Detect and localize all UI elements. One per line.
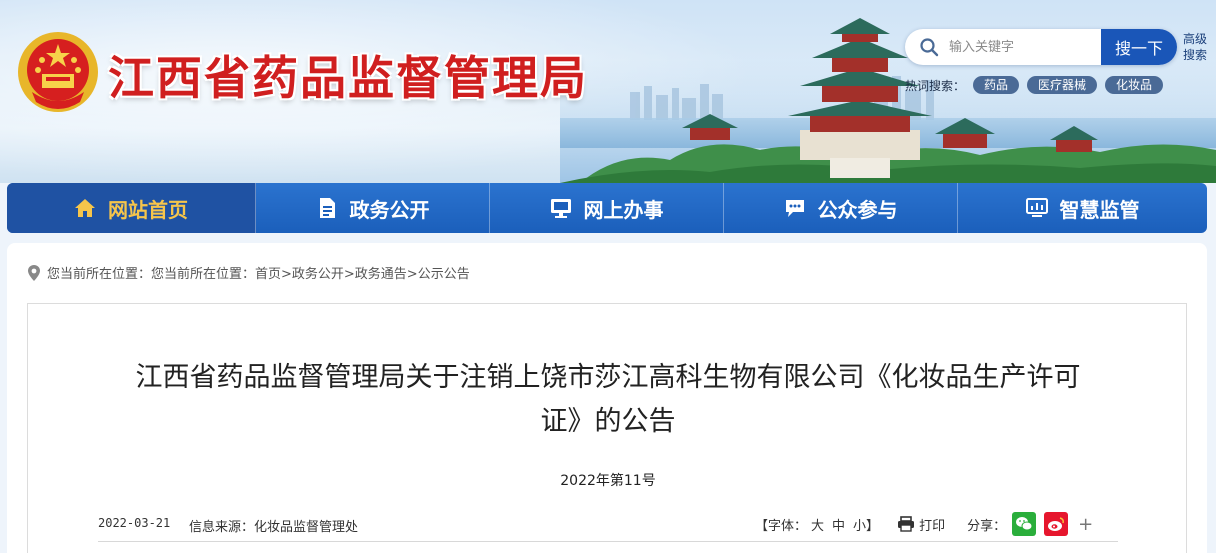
printer-icon: [898, 516, 915, 532]
search-icon: [920, 38, 939, 57]
site-header: 江西省药品监督管理局 搜一下 高级搜索 热词搜索： 药品 医疗器械 化妆品: [0, 0, 1216, 183]
hot-tag-cosmetic[interactable]: 化妆品: [1105, 76, 1164, 94]
search-input[interactable]: [949, 29, 1099, 65]
nav-item-label: 网上办事: [583, 197, 664, 222]
search-button[interactable]: 搜一下: [1101, 29, 1177, 65]
content-panel: 您当前所在位置：您当前所在位置： 首页>政务公开>政务通告>公示公告 江西省药品…: [7, 243, 1207, 553]
font-large-button[interactable]: 大: [811, 519, 824, 534]
nav-item-label: 网站首页: [108, 197, 188, 222]
nav-item-home[interactable]: 网站首页: [7, 183, 256, 233]
nav-item-smart-supervision[interactable]: 智慧监管: [958, 183, 1207, 233]
nav-item-label: 公众参与: [817, 197, 898, 222]
share-label: 分享：: [967, 518, 1007, 534]
search-box: 搜一下: [905, 29, 1177, 65]
wechat-share-icon[interactable]: [1012, 512, 1037, 536]
font-size-tools: 【字体：大中小】: [755, 515, 883, 534]
document-number: 2022年第11号: [560, 473, 656, 489]
hot-tag-device[interactable]: 医疗器械: [1027, 76, 1098, 94]
article-box: 江西省药品监督管理局关于注销上饶市莎江高科生物有限公司《化妆品生产许可 证》的公…: [27, 303, 1187, 553]
breadcrumb: 您当前所在位置：您当前所在位置： 首页>政务公开>政务通告>公示公告: [27, 263, 470, 282]
print-button[interactable]: 打印: [897, 515, 945, 534]
font-small-button[interactable]: 小】: [853, 519, 879, 534]
chat-icon: [785, 200, 804, 217]
font-size-label: 【字体：: [755, 518, 808, 534]
hot-search: 热词搜索： 药品 医疗器械 化妆品: [905, 76, 1171, 94]
breadcrumb-prefix: 您当前所在位置：您当前所在位置：: [47, 267, 256, 282]
nav-item-gov-affairs[interactable]: 政务公开: [256, 183, 490, 233]
advanced-search-link[interactable]: 高级搜索: [1182, 31, 1208, 63]
nav-item-label: 政务公开: [349, 197, 430, 222]
print-label: 打印: [919, 518, 946, 534]
document-icon: [319, 198, 335, 218]
breadcrumb-path[interactable]: 首页>政务公开>政务通告>公示公告: [255, 263, 470, 282]
info-source: 信息来源：化妆品监督管理处: [189, 520, 359, 535]
publish-date: 2022-03-21: [98, 516, 171, 530]
dashboard-icon: [1025, 198, 1048, 217]
article-tools: 【字体：大中小】 打印 分享： +: [755, 512, 1093, 536]
monitor-icon: [550, 199, 571, 218]
article-meta: 2022-03-21 信息来源：化妆品监督管理处 【字体：大中小】 打印 分享：: [98, 510, 1118, 542]
article-title: 江西省药品监督管理局关于注销上饶市莎江高科生物有限公司《化妆品生产许可 证》的公…: [88, 356, 1128, 444]
location-pin-icon: [28, 264, 40, 281]
main-nav: 网站首页 政务公开 网上办事 公众参与 智慧监管: [7, 183, 1207, 233]
weibo-share-icon[interactable]: [1044, 512, 1069, 536]
nav-item-label: 智慧监管: [1059, 197, 1140, 222]
article-title-line1: 江西省药品监督管理局关于注销上饶市莎江高科生物有限公司《化妆品生产许可: [135, 362, 1081, 393]
hot-tag-drug[interactable]: 药品: [973, 76, 1020, 94]
more-share-button[interactable]: +: [1078, 514, 1093, 535]
hot-search-label: 热词搜索：: [905, 78, 966, 93]
nav-item-public-participation[interactable]: 公众参与: [724, 183, 958, 233]
article-title-line2: 证》的公告: [540, 406, 676, 437]
home-icon: [75, 199, 95, 217]
font-medium-button[interactable]: 中: [832, 519, 845, 534]
site-title: 江西省药品监督管理局: [108, 51, 588, 105]
nav-item-online-service[interactable]: 网上办事: [490, 183, 724, 233]
national-emblem-icon: [18, 32, 98, 112]
